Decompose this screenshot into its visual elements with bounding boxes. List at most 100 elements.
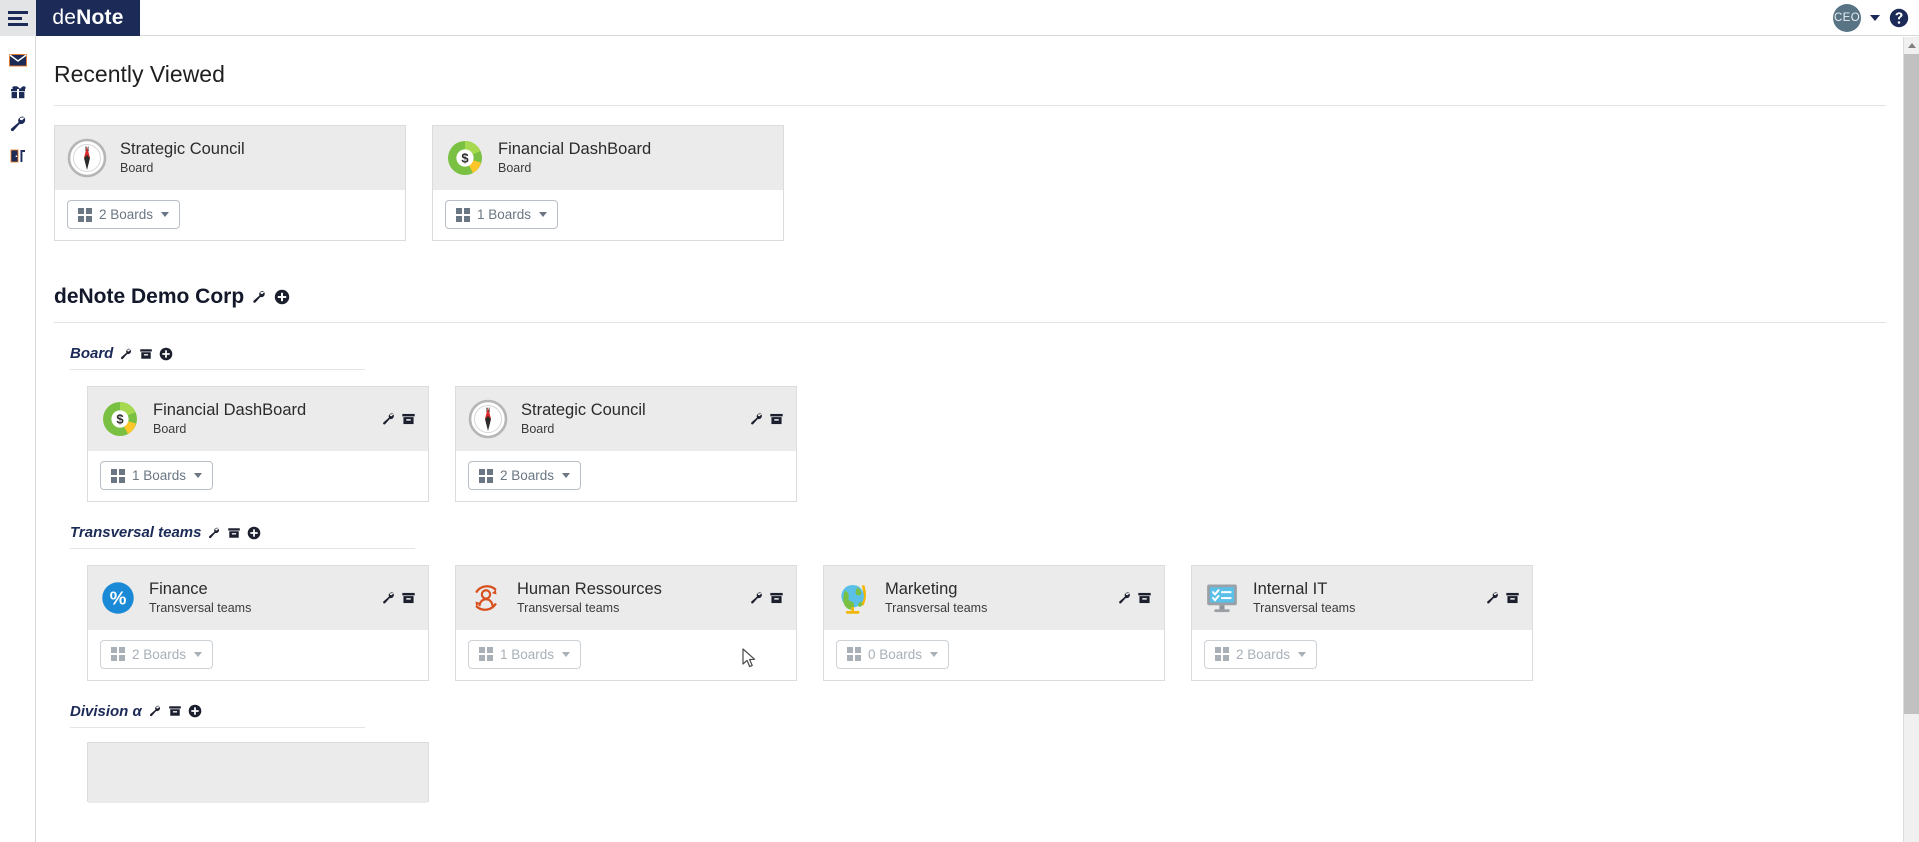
card-title: Human Ressources [517, 580, 662, 598]
archive-icon[interactable] [769, 590, 784, 605]
boards-dropdown-button[interactable]: 2 Boards [468, 461, 582, 490]
app-logo[interactable]: de Note [36, 0, 140, 36]
recent-card-strategic-council[interactable]: N Strategic Council Board 2 Boards [54, 125, 406, 241]
avatar[interactable]: CEO [1833, 4, 1861, 32]
archive-icon[interactable] [1137, 590, 1152, 605]
wrench-icon[interactable] [381, 590, 396, 605]
boards-count-label: 0 Boards [868, 646, 923, 662]
card-text: Financial DashBoard Board [498, 138, 651, 178]
svg-text:$: $ [461, 151, 469, 166]
archive-icon[interactable] [401, 590, 416, 605]
grid-icon [479, 647, 493, 662]
card-text: Human Ressources Transversal teams [517, 578, 662, 618]
scroll-thumb[interactable] [1904, 54, 1919, 714]
boards-dropdown-button[interactable]: 1 Boards [445, 200, 559, 229]
group-label: Transversal teams [70, 524, 202, 541]
recent-card-financial-dashboard[interactable]: $ Financial DashBoard Board 1 Boards [432, 125, 784, 241]
wrench-icon[interactable] [749, 412, 764, 427]
archive-icon[interactable] [401, 412, 416, 427]
wrench-icon[interactable] [207, 526, 221, 540]
monitor-checklist-icon [1207, 584, 1237, 613]
caret-down-icon [539, 212, 548, 217]
archive-icon[interactable] [227, 526, 241, 540]
card-body: 2 Boards [1192, 629, 1532, 680]
card-subtitle: Transversal teams [885, 601, 988, 616]
vertical-scrollbar[interactable] [1903, 37, 1919, 842]
boards-count-label: 1 Boards [500, 646, 555, 662]
grid-icon [111, 468, 125, 483]
plus-circle-icon[interactable] [274, 289, 290, 305]
exit-door-icon [10, 149, 25, 163]
group-card-internal-it[interactable]: Internal IT Transversal teams 2 Boards [1191, 565, 1533, 681]
sidebar-item-gifts[interactable] [0, 76, 36, 108]
card-subtitle: Transversal teams [1253, 601, 1356, 616]
card-title: Financial DashBoard [153, 401, 307, 420]
plus-circle-icon[interactable] [188, 704, 202, 718]
group-title-board: Board [70, 345, 1903, 362]
brand-suffix: Note [76, 6, 124, 29]
wrench-icon [10, 116, 26, 132]
boards-dropdown-button[interactable]: 1 Boards [468, 639, 582, 669]
wrench-icon[interactable] [1485, 590, 1500, 605]
sidebar-item-tools[interactable] [0, 108, 36, 140]
card-subtitle: Transversal teams [149, 601, 252, 616]
group-card-partial[interactable] [87, 741, 429, 803]
organization-title-row: deNote Demo Corp [54, 285, 1903, 309]
card-text: Strategic Council Board [521, 399, 646, 439]
grid-icon [847, 647, 861, 662]
boards-dropdown-button[interactable]: 2 Boards [100, 639, 214, 669]
wrench-icon[interactable] [381, 412, 396, 427]
card-header: $ Financial DashBoard Board [433, 126, 783, 190]
caret-down-icon [194, 651, 203, 657]
card-tools [749, 412, 784, 427]
boards-count-label: 2 Boards [500, 468, 555, 483]
wrench-icon[interactable] [749, 590, 764, 605]
boards-dropdown-button[interactable]: 1 Boards [100, 461, 214, 490]
card-tools [381, 412, 416, 427]
hamburger-menu-button[interactable] [0, 0, 36, 36]
plus-circle-icon[interactable] [159, 347, 173, 361]
group-title-transversal-teams: Transversal teams [70, 524, 1903, 541]
person-cycle-icon [475, 585, 497, 611]
transversal-teams-card-row: % Finance Transversal teams 2 Boards Hum… [87, 565, 1903, 681]
card-body: 2 Boards [88, 629, 428, 680]
scroll-up-button[interactable] [1904, 37, 1919, 54]
question-circle-icon[interactable] [1889, 8, 1909, 28]
group-divider [70, 726, 365, 728]
group-card-finance[interactable]: % Finance Transversal teams 2 Boards [87, 565, 429, 681]
hamburger-menu-icon [8, 10, 28, 26]
archive-icon[interactable] [139, 347, 153, 361]
card-tools [1117, 590, 1152, 605]
user-area: CEO [1833, 0, 1909, 36]
plus-circle-icon[interactable] [247, 526, 261, 540]
board-card-row: $ Financial DashBoard Board 1 Boards N S… [87, 386, 1903, 502]
sidebar-item-mail[interactable] [0, 44, 36, 76]
archive-icon[interactable] [769, 412, 784, 427]
chevron-down-icon[interactable] [1870, 15, 1880, 21]
group-card-strategic-council[interactable]: N Strategic Council Board 2 Boards [455, 386, 797, 502]
boards-dropdown-button[interactable]: 2 Boards [1204, 639, 1318, 669]
card-header: N Strategic Council Board [456, 387, 796, 451]
wrench-icon[interactable] [119, 347, 133, 361]
card-tools [381, 590, 416, 605]
scroll-up-arrow-icon [1908, 43, 1916, 48]
caret-down-icon [562, 651, 571, 657]
group-card-human-ressources[interactable]: Human Ressources Transversal teams 1 Boa… [455, 565, 797, 681]
group-card-financial-dashboard[interactable]: $ Financial DashBoard Board 1 Boards [87, 386, 429, 502]
card-subtitle: Board [120, 161, 154, 176]
wrench-icon[interactable] [251, 289, 267, 305]
scroll-container: Recently Viewed N Strategic Council Boar… [37, 61, 1903, 803]
boards-dropdown-button[interactable]: 0 Boards [836, 639, 950, 669]
archive-icon[interactable] [168, 704, 182, 718]
card-text: Strategic Council Board [120, 138, 245, 178]
sidebar-item-logout[interactable] [0, 140, 36, 172]
main-content: Recently Viewed N Strategic Council Boar… [37, 37, 1903, 842]
boards-dropdown-button[interactable]: 2 Boards [67, 200, 181, 229]
wrench-icon[interactable] [1117, 590, 1132, 605]
card-title: Strategic Council [521, 401, 646, 420]
boards-count-label: 2 Boards [99, 207, 154, 222]
wrench-icon[interactable] [148, 704, 162, 718]
archive-icon[interactable] [1505, 590, 1520, 605]
group-card-marketing[interactable]: Marketing Transversal teams 0 Boards [823, 565, 1165, 681]
caret-down-icon [930, 651, 939, 657]
